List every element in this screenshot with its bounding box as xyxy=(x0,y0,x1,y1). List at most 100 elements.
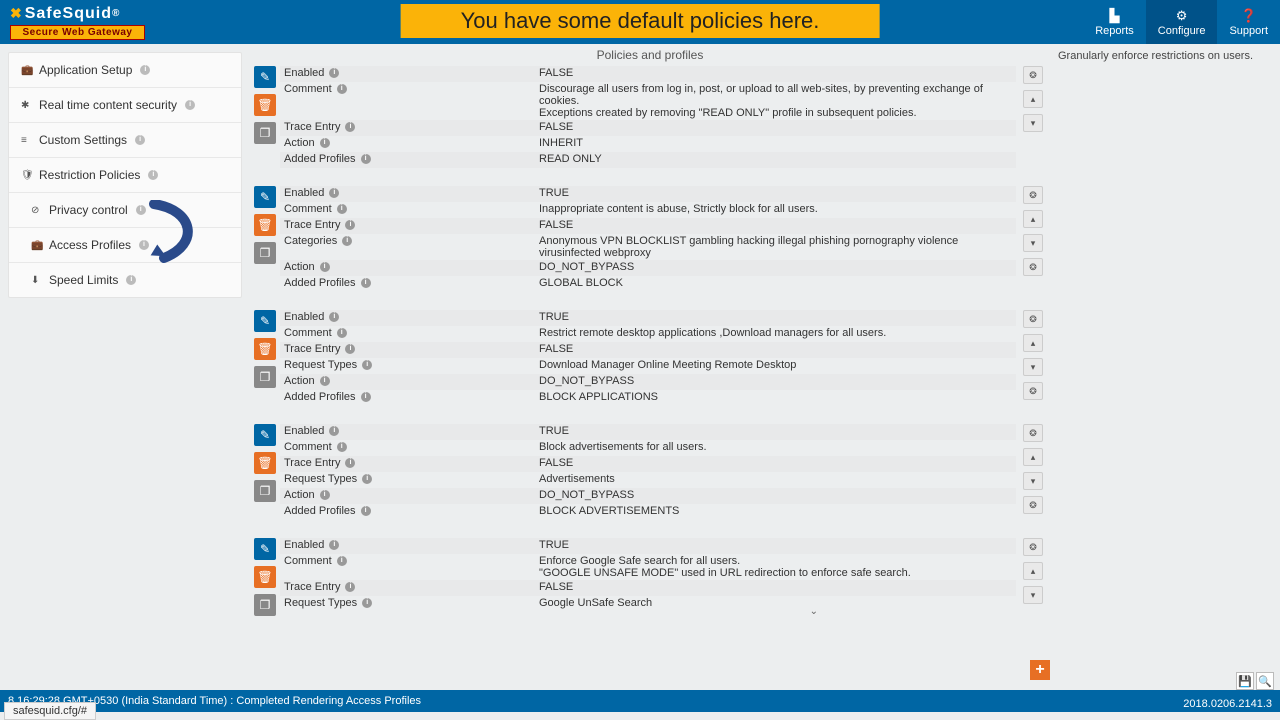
gears-icon: ⚙ xyxy=(1176,8,1188,24)
row-label: Commenti xyxy=(284,441,539,453)
row-value: Inappropriate content is abuse, Strictly… xyxy=(539,203,1012,215)
sidebar-card: 💼 Application Setup i ✱ Real time conten… xyxy=(8,52,242,298)
sidebar-item-label: Real time content security xyxy=(39,98,177,112)
clone-button[interactable]: ❐ xyxy=(254,366,276,388)
delete-button[interactable]: 🗑 xyxy=(254,452,276,474)
policy-row: EnablediTRUE xyxy=(280,538,1016,554)
row-label: Actioni xyxy=(284,489,539,501)
sidebar-item-restriction[interactable]: 🛡 Restriction Policies i xyxy=(9,158,241,193)
right-note: Granularly enforce restrictions on users… xyxy=(1058,50,1272,62)
header: ✖ SafeSquid ® Secure Web Gateway You hav… xyxy=(0,0,1280,44)
sidebar-item-custom[interactable]: ≡ Custom Settings i xyxy=(9,123,241,158)
edit-button[interactable]: ✎ xyxy=(254,66,276,88)
sidebar-item-privacy[interactable]: ⊘ Privacy control i xyxy=(9,193,241,228)
edit-button[interactable]: ✎ xyxy=(254,424,276,446)
move-up-button[interactable]: ▴ xyxy=(1023,90,1043,108)
clone-button[interactable]: ❐ xyxy=(254,594,276,616)
edit-button[interactable]: ✎ xyxy=(254,538,276,560)
info-icon: i xyxy=(345,582,355,592)
move-down-button[interactable]: ▾ xyxy=(1023,358,1043,376)
settings-button[interactable]: ❂ xyxy=(1023,538,1043,556)
row-value: Download Manager Online Meeting Remote D… xyxy=(539,359,1012,371)
sidebar-item-app-setup[interactable]: 💼 Application Setup i xyxy=(9,53,241,88)
row-value: FALSE xyxy=(539,219,1012,231)
move-down-button[interactable]: ▾ xyxy=(1023,234,1043,252)
move-up-button[interactable]: ▴ xyxy=(1023,334,1043,352)
row-value: FALSE xyxy=(539,343,1012,355)
settings-button[interactable]: ❂ xyxy=(1023,382,1043,400)
info-icon: i xyxy=(136,205,146,215)
footer-link: safesquid.cfg/# xyxy=(4,702,96,720)
briefcase-icon: 💼 xyxy=(21,65,33,76)
sidebar-item-access[interactable]: 💼 Access Profiles i xyxy=(9,228,241,263)
sliders-icon: ≡ xyxy=(21,135,33,146)
move-up-button[interactable]: ▴ xyxy=(1023,448,1043,466)
settings-button[interactable]: ❂ xyxy=(1023,424,1043,442)
delete-button[interactable]: 🗑 xyxy=(254,94,276,116)
nav-configure[interactable]: ⚙ Configure xyxy=(1146,0,1218,44)
settings-button[interactable]: ❂ xyxy=(1023,496,1043,514)
info-icon: i xyxy=(320,138,330,148)
logo-subtext: Secure Web Gateway xyxy=(10,25,145,40)
row-label: Trace Entryi xyxy=(284,457,539,469)
logo: ✖ SafeSquid ® Secure Web Gateway xyxy=(0,3,155,42)
policy-side-controls: ❂ ▴ ▾ ❂ xyxy=(1016,424,1044,520)
row-label: Added Profilesi xyxy=(284,391,539,403)
search-icon[interactable]: 🔍 xyxy=(1256,672,1274,690)
info-icon: i xyxy=(320,376,330,386)
move-down-button[interactable]: ▾ xyxy=(1023,472,1043,490)
policy-list[interactable]: ✎🗑❐EnablediFALSECommentiDiscourage all u… xyxy=(254,66,1046,679)
move-up-button[interactable]: ▴ xyxy=(1023,562,1043,580)
delete-button[interactable]: 🗑 xyxy=(254,214,276,236)
settings-button[interactable]: ❂ xyxy=(1023,66,1043,84)
info-icon: i xyxy=(329,540,339,550)
settings-button[interactable]: ❂ xyxy=(1023,186,1043,204)
policy-item: ✎🗑❐EnablediTRUECommentiEnforce Google Sa… xyxy=(254,538,1044,622)
edit-button[interactable]: ✎ xyxy=(254,186,276,208)
content-title: Policies and profiles xyxy=(254,44,1046,66)
policy-row: Added ProfilesiREAD ONLY xyxy=(280,152,1016,168)
row-label: Commenti xyxy=(284,203,539,215)
nav-reports[interactable]: ▙ Reports xyxy=(1083,0,1146,44)
row-label: Enabledi xyxy=(284,425,539,437)
delete-button[interactable]: 🗑 xyxy=(254,566,276,588)
row-value: Block advertisements for all users. xyxy=(539,441,1012,453)
clone-button[interactable]: ❐ xyxy=(254,480,276,502)
info-icon: i xyxy=(361,154,371,164)
policy-row: CategoriesiAnonymous VPN BLOCKLIST gambl… xyxy=(280,234,1016,260)
row-label: Added Profilesi xyxy=(284,277,539,289)
delete-button[interactable]: 🗑 xyxy=(254,338,276,360)
row-label: Request Typesi xyxy=(284,473,539,485)
policy-row: Trace EntryiFALSE xyxy=(280,456,1016,472)
logo-reg: ® xyxy=(112,8,120,19)
settings-button[interactable]: ❂ xyxy=(1023,310,1043,328)
help-icon: ❓ xyxy=(1241,8,1257,24)
row-label: Trace Entryi xyxy=(284,219,539,231)
scroll-down-caret-icon: ⌄ xyxy=(810,606,818,617)
policy-row: EnablediTRUE xyxy=(280,424,1016,440)
move-down-button[interactable]: ▾ xyxy=(1023,586,1043,604)
info-icon: i xyxy=(345,220,355,230)
policy-item: ✎🗑❐EnablediTRUECommentiInappropriate con… xyxy=(254,186,1044,292)
save-icon[interactable]: 💾 xyxy=(1236,672,1254,690)
info-icon: i xyxy=(139,240,149,250)
nav-support[interactable]: ❓ Support xyxy=(1217,0,1280,44)
policy-actions: ✎ 🗑 ❐ xyxy=(254,66,280,168)
sidebar-item-speed[interactable]: ⬇ Speed Limits i xyxy=(9,263,241,297)
briefcase-icon: 💼 xyxy=(31,240,43,251)
sidebar-item-realtime[interactable]: ✱ Real time content security i xyxy=(9,88,241,123)
move-down-button[interactable]: ▾ xyxy=(1023,114,1043,132)
settings-button[interactable]: ❂ xyxy=(1023,258,1043,276)
policy-actions: ✎ 🗑 ❐ xyxy=(254,186,280,292)
default-policies-banner: You have some default policies here. xyxy=(401,4,880,38)
add-policy-button[interactable]: + xyxy=(1030,660,1050,680)
policy-side-controls: ❂ ▴ ▾ ❂ xyxy=(1016,186,1044,292)
row-value: FALSE xyxy=(539,581,1012,593)
clone-button[interactable]: ❐ xyxy=(254,122,276,144)
move-up-button[interactable]: ▴ xyxy=(1023,210,1043,228)
edit-button[interactable]: ✎ xyxy=(254,310,276,332)
info-icon: i xyxy=(361,392,371,402)
row-value: READ ONLY xyxy=(539,153,1012,165)
clone-button[interactable]: ❐ xyxy=(254,242,276,264)
nav-support-label: Support xyxy=(1229,25,1268,37)
